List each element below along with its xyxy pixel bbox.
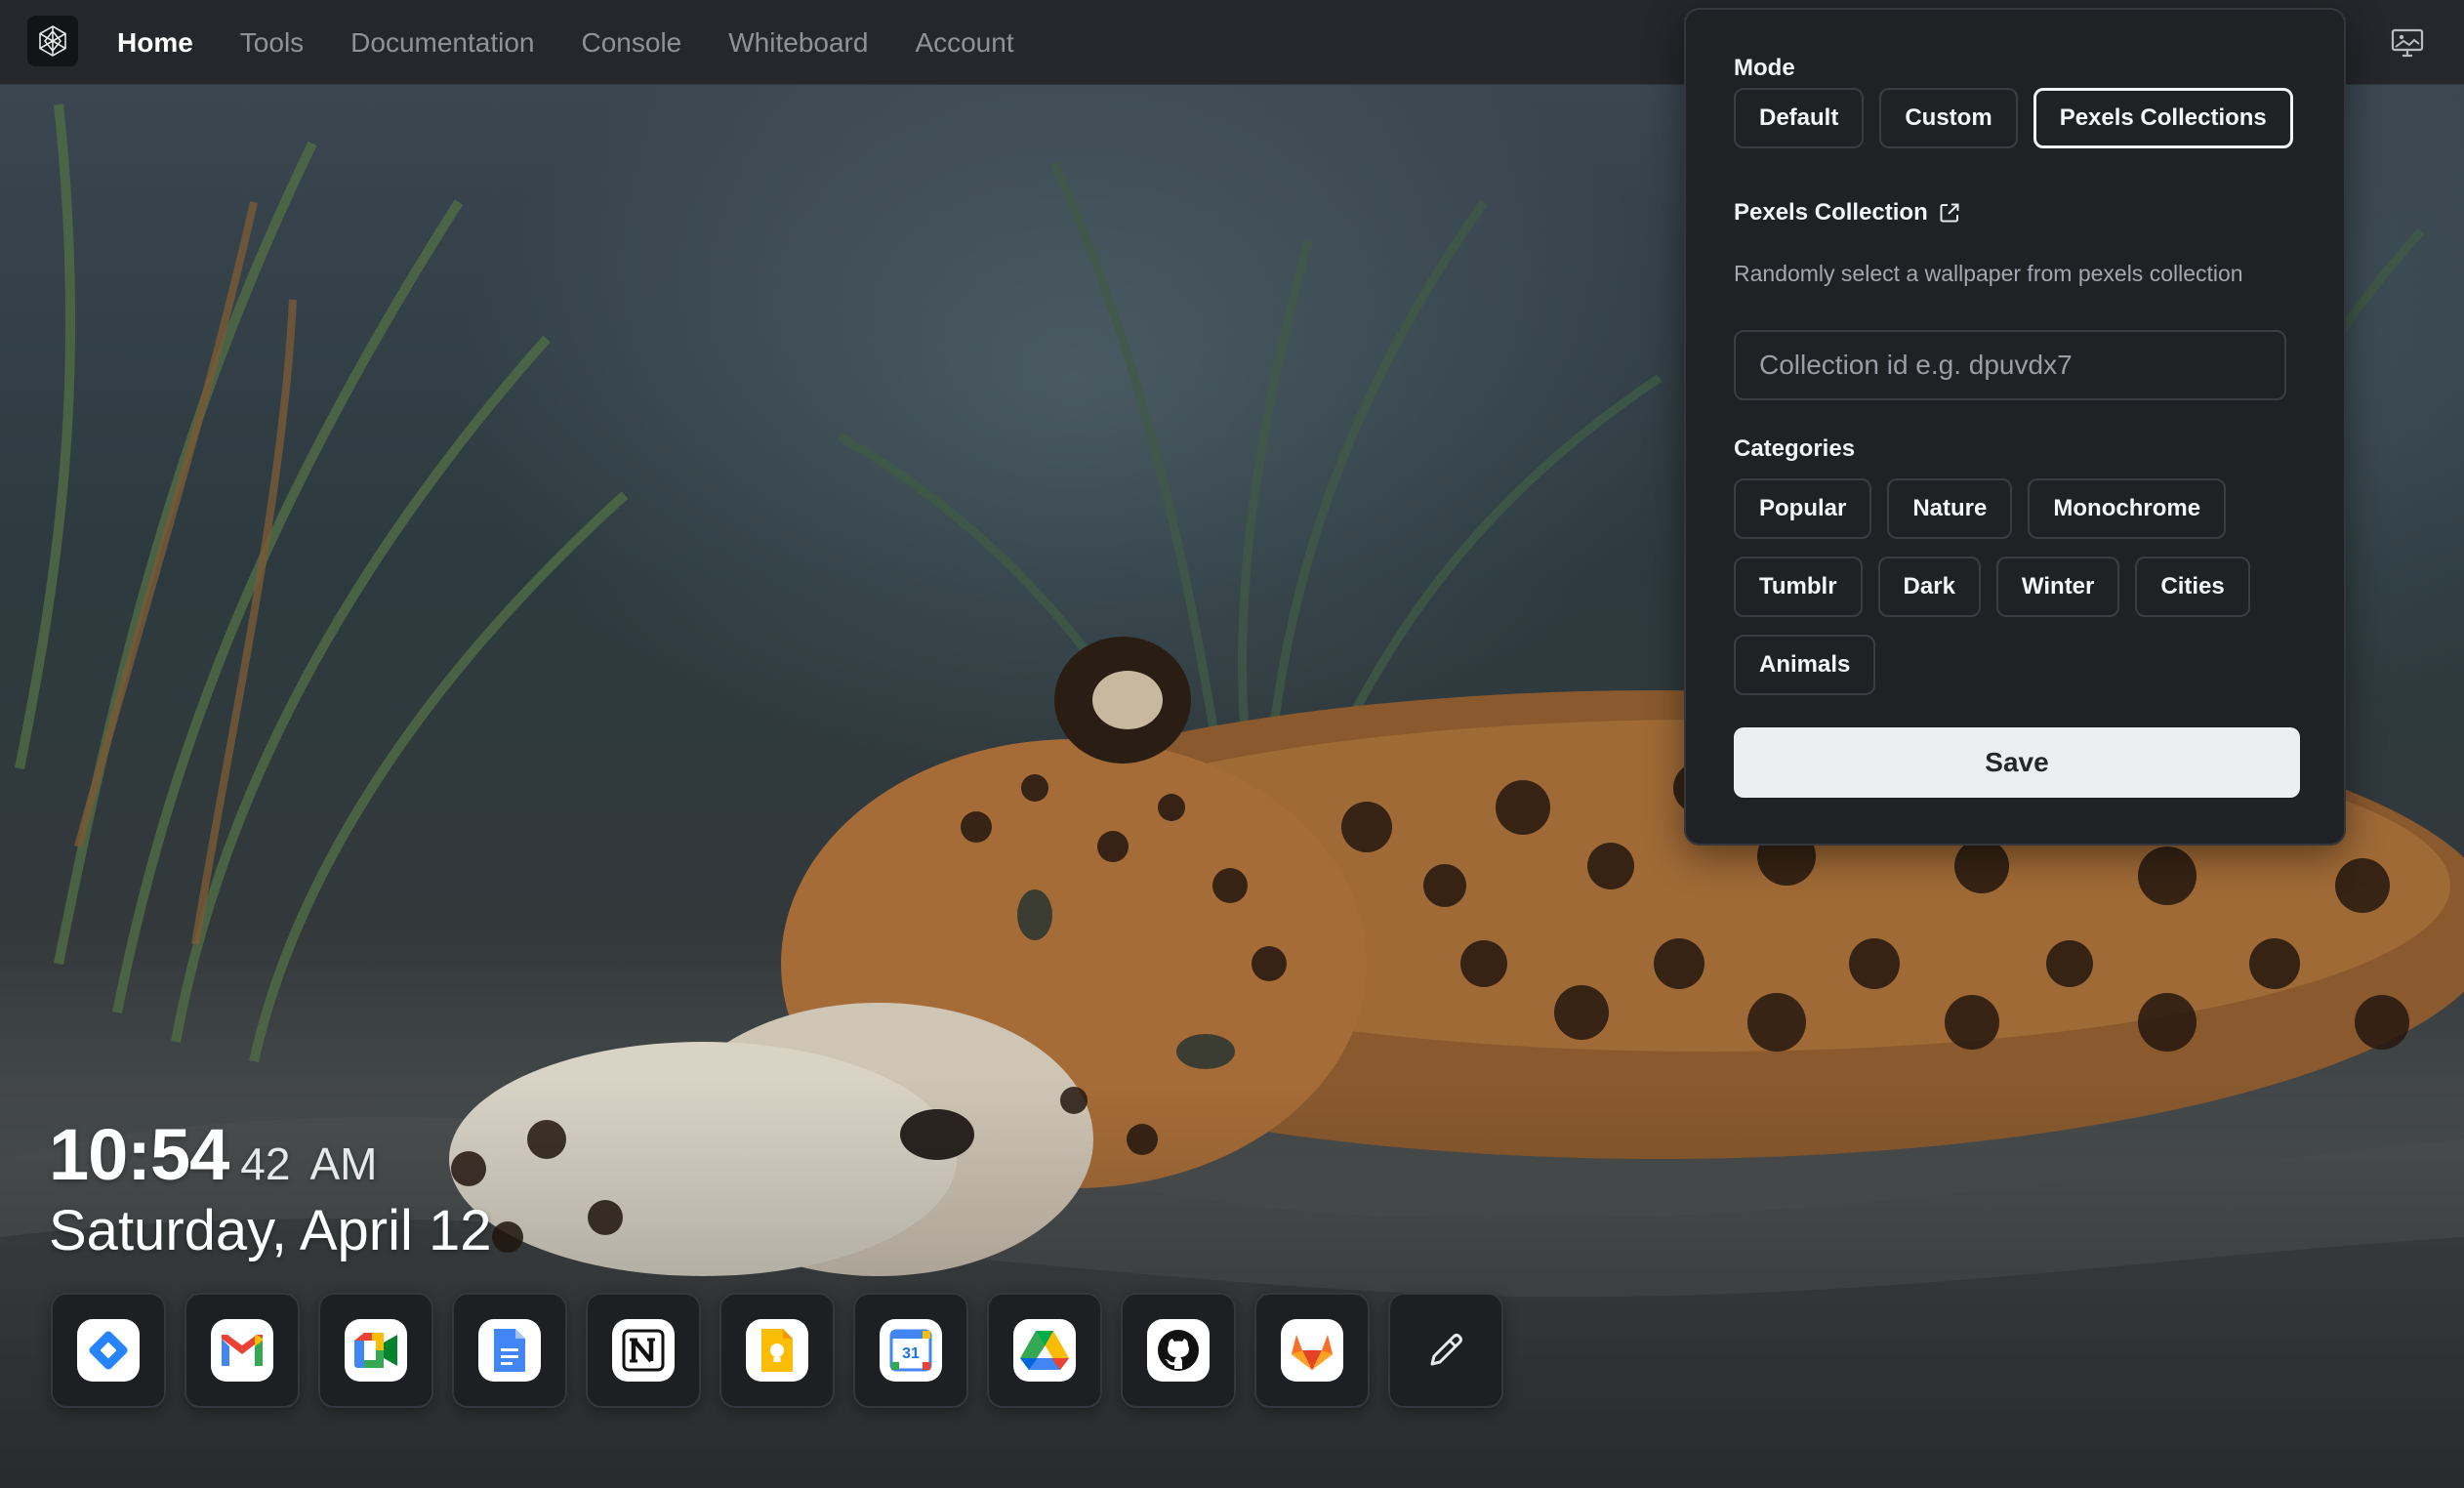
pexels-collection-heading: Pexels Collection (1734, 199, 1961, 227)
mode-pexels-collections-button[interactable]: Pexels Collections (2033, 88, 2293, 148)
wallpaper-settings-button[interactable] (2386, 21, 2429, 64)
pexels-collection-label: Pexels Collection (1734, 199, 1928, 226)
monitor-image-icon (2391, 28, 2424, 58)
mode-selector: Default Custom Pexels Collections (1734, 88, 2293, 148)
nav-documentation[interactable]: Documentation (350, 27, 534, 59)
categories-label: Categories (1734, 435, 1856, 462)
dock-gitlab[interactable] (1254, 1293, 1370, 1408)
mode-label: Mode (1734, 55, 1795, 81)
app-dock: 31 (51, 1293, 1503, 1408)
github-icon (1147, 1319, 1210, 1382)
notion-icon (612, 1319, 675, 1382)
gitlab-icon (1281, 1319, 1343, 1382)
mode-default-button[interactable]: Default (1734, 88, 1865, 148)
dock-google-docs[interactable] (452, 1293, 567, 1408)
category-animals-button[interactable]: Animals (1734, 635, 1876, 695)
nav-console[interactable]: Console (582, 27, 682, 59)
collection-id-input[interactable] (1734, 330, 2286, 400)
wallpaper-settings-panel: Mode Default Custom Pexels Collections P… (1684, 8, 2346, 846)
dock-notion[interactable] (586, 1293, 701, 1408)
category-cities-button[interactable]: Cities (2135, 557, 2250, 617)
clock-hours-minutes: 10:54 (49, 1114, 229, 1195)
dock-google-calendar[interactable]: 31 (853, 1293, 968, 1408)
save-button[interactable]: Save (1734, 727, 2300, 798)
google-keep-icon (746, 1319, 808, 1382)
pexels-collection-description: Randomly select a wallpaper from pexels … (1734, 261, 2243, 286)
category-popular-button[interactable]: Popular (1734, 478, 1872, 539)
geometric-logo-icon (39, 25, 66, 57)
google-docs-icon (478, 1319, 541, 1382)
dock-jira[interactable] (51, 1293, 166, 1408)
mode-custom-button[interactable]: Custom (1879, 88, 2018, 148)
nav-whiteboard[interactable]: Whiteboard (728, 27, 868, 59)
google-meet-icon (345, 1319, 407, 1382)
google-drive-icon (1013, 1319, 1076, 1382)
category-nature-button[interactable]: Nature (1887, 478, 2013, 539)
category-winter-button[interactable]: Winter (1995, 557, 2120, 617)
nav-account[interactable]: Account (915, 27, 1013, 59)
pencil-icon (1415, 1319, 1477, 1382)
dock-github[interactable] (1121, 1293, 1236, 1408)
google-calendar-icon: 31 (880, 1319, 942, 1382)
category-tumblr-button[interactable]: Tumblr (1734, 557, 1863, 617)
dock-google-keep[interactable] (719, 1293, 835, 1408)
dock-google-drive[interactable] (987, 1293, 1102, 1408)
clock-seconds: 42 (240, 1138, 291, 1189)
clock-ampm: AM (309, 1138, 378, 1189)
clock-widget: 10:54 42 AM Saturday, April 12 (49, 1113, 492, 1263)
dock-edit-button[interactable] (1388, 1293, 1503, 1408)
clock-date: Saturday, April 12 (49, 1199, 492, 1262)
nav-home[interactable]: Home (117, 27, 193, 59)
dock-google-meet[interactable] (318, 1293, 433, 1408)
external-link-icon[interactable] (1938, 201, 1961, 225)
app-logo[interactable] (27, 16, 78, 66)
calendar-day-text: 31 (902, 1345, 920, 1362)
category-monochrome-button[interactable]: Monochrome (2028, 478, 2227, 539)
main-nav: Home Tools Documentation Console Whitebo… (117, 0, 1014, 85)
dock-gmail[interactable] (185, 1293, 300, 1408)
categories-row-2: Tumblr Dark Winter Cities (1734, 557, 2250, 617)
jira-icon (77, 1319, 140, 1382)
nav-tools[interactable]: Tools (240, 27, 304, 59)
clock-time: 10:54 42 AM (49, 1113, 492, 1196)
categories-row-1: Popular Nature Monochrome (1734, 478, 2227, 539)
categories-row-3: Animals (1734, 635, 1876, 695)
gmail-icon (211, 1319, 273, 1382)
category-dark-button[interactable]: Dark (1877, 557, 1981, 617)
